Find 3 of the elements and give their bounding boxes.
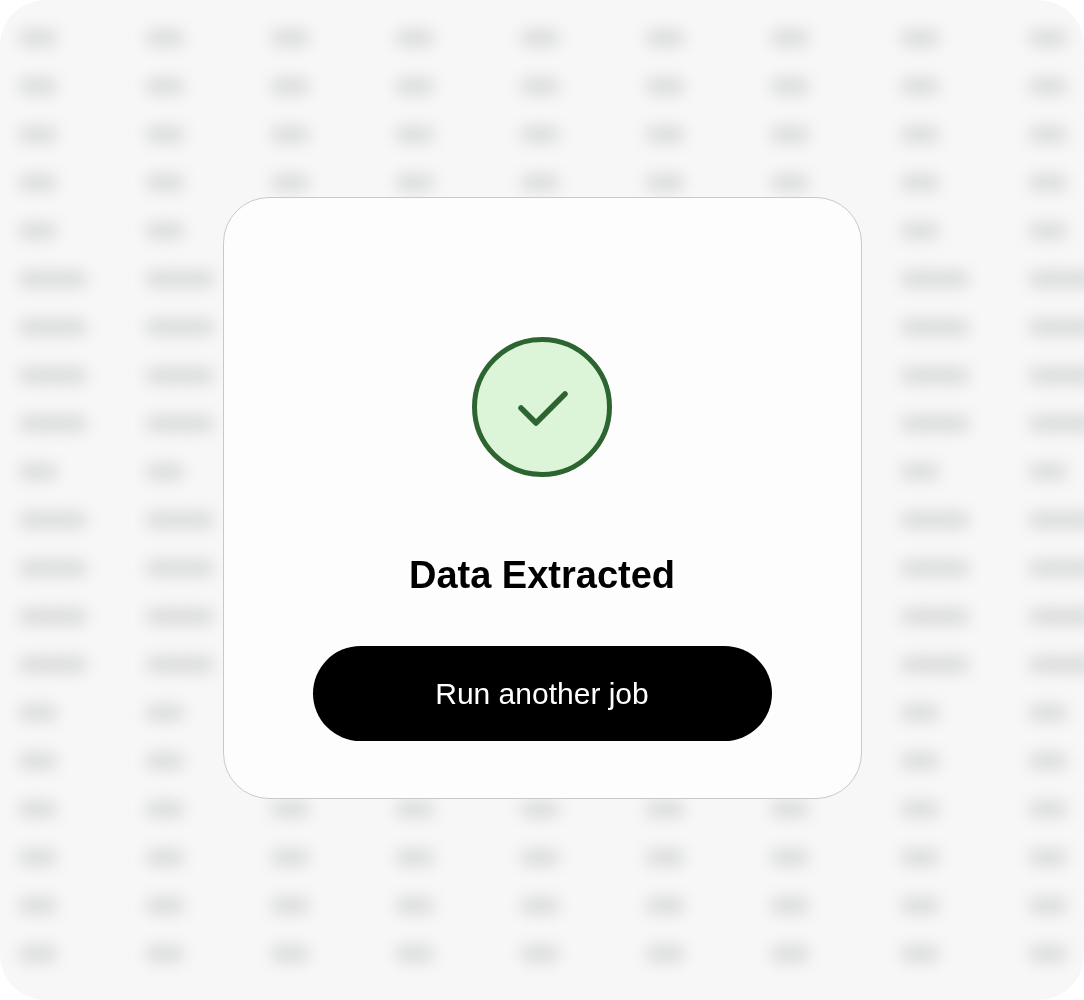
run-another-job-button[interactable]: Run another job <box>312 646 772 741</box>
check-circle-icon <box>472 337 612 477</box>
dialog-title: Data Extracted <box>408 553 676 597</box>
